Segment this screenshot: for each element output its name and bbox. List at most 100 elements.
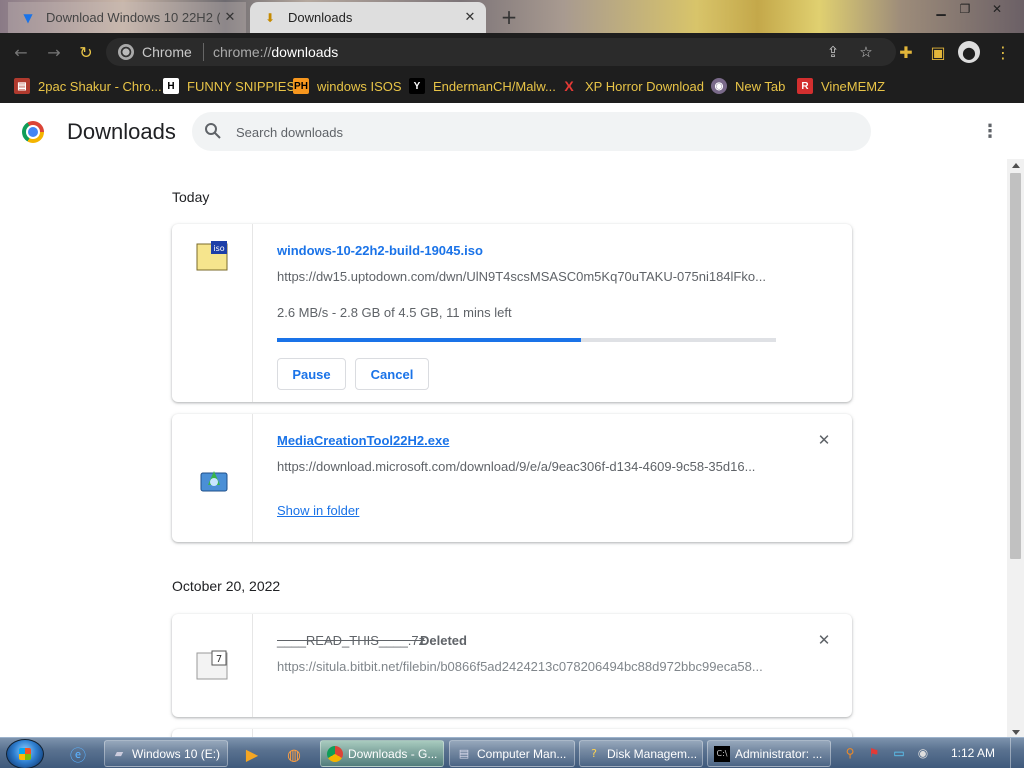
- explorer-drive-icon: ▰: [114, 747, 124, 760]
- file-name-link[interactable]: windows-10-22h2-build-19045.iso: [277, 243, 483, 258]
- search-input[interactable]: [236, 122, 836, 142]
- close-window-icon[interactable]: ✕: [984, 0, 1010, 18]
- bookmark-r-icon: R: [797, 78, 813, 94]
- scroll-up-arrow-icon[interactable]: [1012, 163, 1020, 168]
- forward-arrow-icon[interactable]: →: [43, 41, 65, 63]
- taskbar-label: Disk Managem...: [607, 746, 698, 761]
- download-item: iso windows-10-22h2-build-19045.iso http…: [172, 224, 852, 402]
- taskbar-item[interactable]: C:\ Administrator: ...: [707, 740, 831, 767]
- svg-text:iso: iso: [213, 244, 224, 253]
- scrollbar[interactable]: [1007, 159, 1024, 737]
- close-icon[interactable]: ✕: [460, 8, 480, 28]
- menu-kebab-icon[interactable]: ⋮: [992, 41, 1014, 63]
- taskbar-item[interactable]: ▰ Windows 10 (E:): [104, 740, 228, 767]
- scroll-thumb[interactable]: [1010, 173, 1021, 559]
- tray-flag-icon[interactable]: ⚑: [866, 745, 882, 761]
- bookmark-yt-icon: Y: [409, 78, 425, 94]
- icon-column: 7: [172, 614, 253, 717]
- cancel-button[interactable]: Cancel: [355, 358, 429, 390]
- taskbar-item[interactable]: ▤ Computer Man...: [449, 740, 575, 767]
- taskbar-item[interactable]: ? Disk Managem...: [579, 740, 703, 767]
- bookmark-label: VineMEMZ: [821, 78, 886, 94]
- bookmark-label: EndermanCH/Malw...: [433, 78, 556, 94]
- tab-download-windows[interactable]: ▼ Download Windows 10 22H2 (E: ✕: [8, 2, 246, 33]
- scroll-down-arrow-icon[interactable]: [1012, 730, 1020, 735]
- pause-button[interactable]: Pause: [277, 358, 346, 390]
- bookmark-item[interactable]: R VineMEMZ: [797, 76, 885, 96]
- media-creation-tool-icon: [200, 471, 228, 492]
- search-box[interactable]: [192, 112, 871, 151]
- minimize-icon[interactable]: ▁: [928, 0, 954, 18]
- download-status: 2.6 MB/s - 2.8 GB of 4.5 GB, 11 mins lef…: [277, 305, 512, 320]
- side-panel-icon[interactable]: ▣: [927, 41, 949, 63]
- remove-icon[interactable]: ✕: [814, 630, 834, 650]
- bookmark-label: FUNNY SNIPPIES: [187, 78, 296, 94]
- tab-strip: ▼ Download Windows 10 22H2 (E: ✕ ⬇ Downl…: [0, 0, 1024, 33]
- icon-column: [172, 414, 253, 542]
- bookmark-label: 2pac Shakur - Chro...: [38, 78, 162, 94]
- profile-avatar-icon[interactable]: ●: [958, 41, 980, 63]
- share-icon[interactable]: ⇪: [824, 43, 842, 61]
- tray-search-icon[interactable]: ⚲: [842, 745, 858, 761]
- chrome-icon: [327, 745, 343, 762]
- tab-downloads[interactable]: ⬇ Downloads ✕: [250, 2, 486, 33]
- url-path: downloads: [271, 44, 339, 60]
- bookmark-h-icon: H: [163, 78, 179, 94]
- bookmark-newtab-icon: ◉: [711, 78, 727, 94]
- address-bar[interactable]: Chrome chrome://downloads ⇪ ☆: [106, 38, 896, 66]
- file-name: ____READ_THIS____.7z: [277, 633, 426, 648]
- bookmark-2pac-icon: ▤: [14, 78, 30, 94]
- start-button[interactable]: [6, 739, 44, 768]
- icon-column: [172, 729, 253, 737]
- bookmark-label: New Tab: [735, 78, 786, 94]
- taskbar-label: Downloads - G...: [348, 746, 438, 761]
- bookmark-label: windows ISOS: [317, 78, 402, 94]
- taskbar-item[interactable]: Downloads - G...: [320, 740, 444, 767]
- new-tab-button[interactable]: +: [498, 5, 520, 29]
- media-player-icon[interactable]: ▶: [238, 741, 266, 767]
- show-desktop-button[interactable]: [1010, 738, 1024, 768]
- tray-network-icon[interactable]: ▭: [891, 745, 907, 761]
- more-actions-icon[interactable]: ⋮: [980, 121, 1000, 142]
- svg-text:7: 7: [216, 654, 222, 665]
- bookmark-item[interactable]: X XP Horror Download: [561, 76, 704, 96]
- reload-icon[interactable]: ↻: [75, 41, 97, 63]
- file-url: https://dw15.uptodown.com/dwn/UlN9T4scsM…: [277, 269, 766, 284]
- taskbar: ⓔ ▰ Windows 10 (E:) ▶ ◍ Downloads - G...…: [0, 737, 1024, 768]
- restore-icon[interactable]: ❐: [952, 0, 978, 18]
- icon-column: iso: [172, 224, 253, 402]
- browser-toolbar: ← → ↻ Chrome chrome://downloads ⇪ ☆ ✚ ▣ …: [0, 33, 1024, 70]
- firefox-icon[interactable]: ◍: [280, 741, 308, 767]
- page-title: Downloads: [67, 119, 176, 144]
- bookmark-item[interactable]: H FUNNY SNIPPIES: [163, 76, 295, 96]
- tab-title: Downloads: [288, 10, 353, 25]
- bookmark-label: XP Horror Download: [585, 78, 704, 94]
- bookmark-item[interactable]: PH windows ISOS: [293, 76, 402, 96]
- downloads-page: Downloads ⋮ Today iso windows-10-22h2-bu…: [0, 103, 1024, 737]
- taskbar-label: Administrator: ...: [735, 746, 823, 761]
- bookmark-item[interactable]: Y EndermanCH/Malw...: [409, 76, 556, 96]
- show-in-folder-link[interactable]: Show in folder: [277, 503, 359, 518]
- progress-fill: [277, 338, 582, 342]
- clock[interactable]: 1:12 AM: [951, 746, 995, 760]
- taskbar-label: Windows 10 (E:): [132, 746, 221, 761]
- tray-volume-icon[interactable]: ◉: [915, 745, 931, 761]
- star-icon[interactable]: ☆: [857, 43, 875, 61]
- chrome-site-icon: [118, 44, 134, 60]
- extensions-puzzle-icon[interactable]: ✚: [895, 41, 917, 63]
- remove-icon[interactable]: ✕: [814, 430, 834, 450]
- download-item: 7 ____READ_THIS____.7z Deleted https://s…: [172, 614, 852, 717]
- bookmark-item[interactable]: ◉ New Tab: [711, 76, 785, 96]
- back-arrow-icon[interactable]: ←: [10, 41, 32, 63]
- taskbar-label: Computer Man...: [477, 746, 567, 761]
- date-header: Today: [172, 189, 210, 205]
- internet-explorer-icon[interactable]: ⓔ: [64, 741, 92, 767]
- bookmark-x-icon: X: [564, 78, 574, 94]
- download-item: MediaCreationTool22H2.exe https://downlo…: [172, 414, 852, 542]
- file-name-link[interactable]: MediaCreationTool22H2.exe: [277, 433, 449, 448]
- download-item: [172, 729, 852, 737]
- search-icon: [205, 123, 221, 139]
- close-icon[interactable]: ✕: [220, 8, 240, 28]
- bookmark-item[interactable]: ▤ 2pac Shakur - Chro...: [14, 76, 162, 96]
- computer-management-icon: ▤: [458, 747, 470, 760]
